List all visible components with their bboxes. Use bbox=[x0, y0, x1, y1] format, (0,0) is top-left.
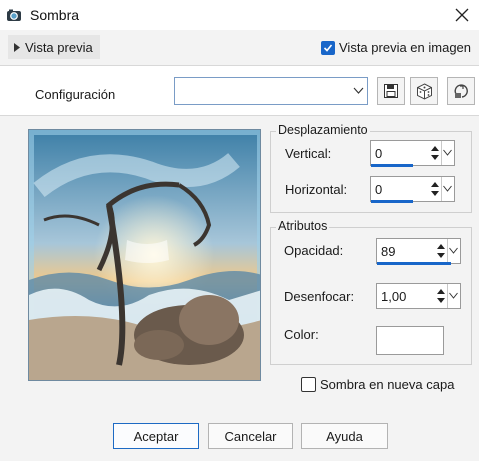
preview-picture bbox=[29, 130, 260, 380]
vertical-value: 0 bbox=[375, 146, 383, 161]
horizontal-dropdown[interactable] bbox=[441, 177, 455, 201]
opacity-dropdown[interactable] bbox=[447, 239, 461, 263]
reset-button[interactable] bbox=[447, 77, 475, 105]
vertical-slider-bar[interactable] bbox=[371, 164, 413, 167]
chevron-down-icon bbox=[449, 292, 458, 299]
chevron-down-icon bbox=[449, 247, 458, 254]
spin-updown-icon[interactable] bbox=[430, 143, 440, 163]
random-button[interactable] bbox=[410, 77, 438, 105]
displacement-title: Desplazamiento bbox=[276, 123, 370, 137]
color-swatch[interactable] bbox=[376, 326, 444, 355]
close-button[interactable] bbox=[448, 2, 476, 28]
config-label: Configuración bbox=[35, 87, 116, 102]
opacity-slider-bar[interactable] bbox=[377, 262, 451, 265]
horizontal-label: Horizontal: bbox=[285, 182, 348, 197]
spin-updown-icon[interactable] bbox=[436, 241, 446, 261]
horizontal-slider-bar[interactable] bbox=[371, 200, 413, 203]
cancel-button[interactable]: Cancelar bbox=[208, 423, 293, 449]
chevron-down-icon bbox=[353, 87, 364, 94]
vertical-spinner[interactable]: 0 bbox=[370, 140, 455, 166]
close-icon bbox=[455, 8, 469, 22]
config-bar: Configuración bbox=[0, 66, 479, 116]
spin-updown-icon[interactable] bbox=[436, 286, 446, 306]
preview-on-image-checkbox[interactable]: Vista previa en imagen bbox=[321, 40, 471, 55]
help-button[interactable]: Ayuda bbox=[301, 423, 388, 449]
opacity-label: Opacidad: bbox=[284, 243, 344, 258]
blur-label: Desenfocar: bbox=[284, 289, 355, 304]
dialog-body: Vista previa Vista previa en imagen Conf… bbox=[0, 30, 479, 461]
floppy-disk-icon bbox=[384, 84, 398, 98]
window-title: Sombra bbox=[30, 7, 80, 23]
preview-toggle-label: Vista previa bbox=[25, 39, 93, 55]
chevron-down-icon bbox=[443, 149, 452, 156]
opacity-value: 89 bbox=[381, 244, 396, 259]
color-label: Color: bbox=[284, 327, 319, 342]
horizontal-spinner[interactable]: 0 bbox=[370, 176, 455, 202]
preview-image bbox=[28, 129, 261, 381]
title-bar: Sombra bbox=[0, 0, 479, 30]
blur-value: 1,00 bbox=[381, 289, 407, 304]
opacity-spinner[interactable]: 89 bbox=[376, 238, 461, 264]
save-preset-button[interactable] bbox=[377, 77, 405, 105]
reset-icon bbox=[454, 84, 468, 98]
new-layer-label: Sombra en nueva capa bbox=[320, 377, 455, 392]
preview-toggle[interactable]: Vista previa bbox=[8, 35, 100, 59]
dice-icon bbox=[416, 82, 432, 100]
blur-spinner[interactable]: 1,00 bbox=[376, 283, 461, 309]
new-layer-checkbox[interactable]: Sombra en nueva capa bbox=[301, 377, 454, 392]
blur-dropdown[interactable] bbox=[447, 284, 461, 308]
chevron-down-icon bbox=[443, 185, 452, 192]
spin-updown-icon[interactable] bbox=[430, 179, 440, 199]
preview-on-image-label: Vista previa en imagen bbox=[339, 40, 472, 55]
triangle-right-icon bbox=[14, 42, 20, 52]
checkbox-unchecked-icon[interactable] bbox=[301, 377, 316, 392]
preview-bar: Vista previa Vista previa en imagen bbox=[0, 30, 479, 66]
horizontal-value: 0 bbox=[375, 182, 383, 197]
checkbox-checked-icon[interactable] bbox=[321, 40, 335, 55]
app-icon bbox=[6, 7, 22, 23]
config-select[interactable] bbox=[174, 77, 368, 105]
vertical-label: Vertical: bbox=[285, 146, 332, 161]
vertical-dropdown[interactable] bbox=[441, 141, 455, 165]
accept-button[interactable]: Aceptar bbox=[113, 423, 199, 449]
attributes-title: Atributos bbox=[276, 219, 330, 233]
